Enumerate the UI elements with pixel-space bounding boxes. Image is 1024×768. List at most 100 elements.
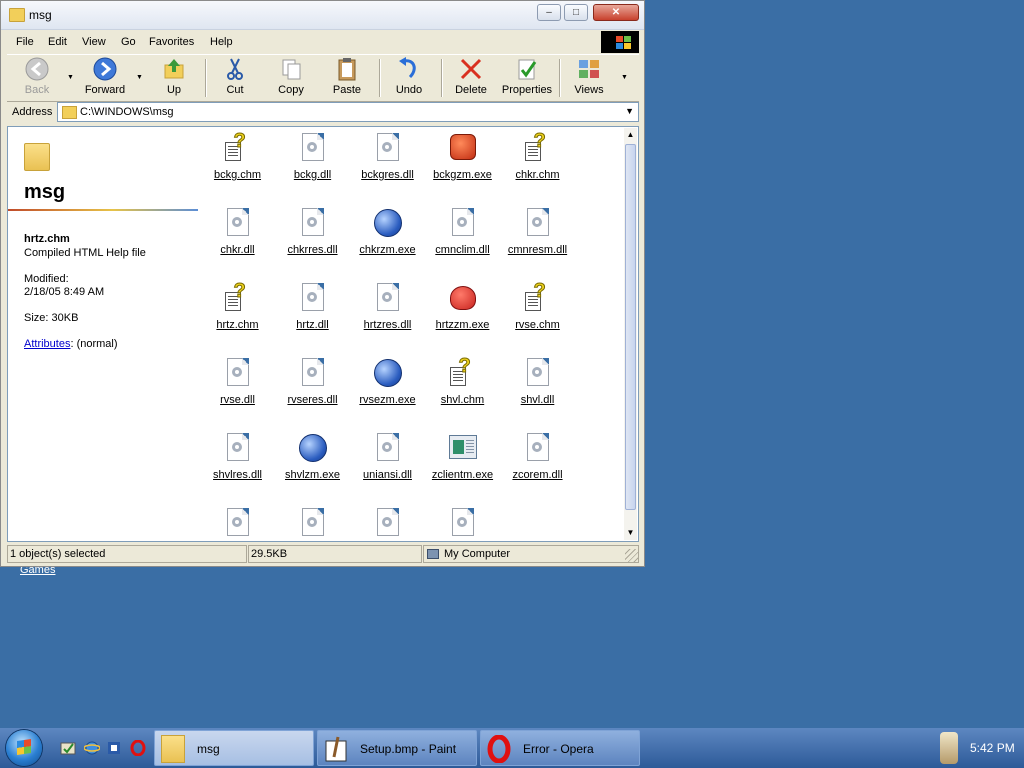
windows-logo-icon xyxy=(601,31,639,53)
scroll-down-icon[interactable]: ▼ xyxy=(624,526,637,540)
address-dropdown-icon[interactable]: ▼ xyxy=(625,106,634,116)
properties-icon xyxy=(518,59,537,80)
file-item[interactable] xyxy=(350,504,425,541)
attributes-row: Attributes: (normal) xyxy=(24,338,118,350)
opera-icon[interactable] xyxy=(130,740,146,756)
details-pane: msg hrtz.chm Compiled HTML Help file Mod… xyxy=(8,127,200,541)
file-item[interactable]: chkrres.dll xyxy=(275,204,350,264)
title-bar[interactable]: msg – □ ✕ xyxy=(1,1,644,30)
file-item[interactable]: shvlzm.exe xyxy=(275,429,350,489)
file-item[interactable]: shvlres.dll xyxy=(200,429,275,489)
delete-button[interactable]: Delete xyxy=(443,57,499,99)
modified-value: 2/18/05 8:49 AM xyxy=(24,286,105,298)
file-item[interactable]: zclientm.exe xyxy=(425,429,500,489)
file-item[interactable]: bckg.dll xyxy=(275,129,350,189)
views-button[interactable]: Views xyxy=(561,57,617,99)
scroll-thumb[interactable] xyxy=(625,144,636,510)
selected-file-type: Compiled HTML Help file xyxy=(24,247,146,259)
file-item[interactable]: uniansi.dll xyxy=(350,429,425,489)
file-item[interactable]: cmnresm.dll xyxy=(500,204,575,264)
file-item[interactable]: bckgres.dll xyxy=(350,129,425,189)
resize-grip[interactable] xyxy=(625,549,639,563)
file-item[interactable]: chkr.dll xyxy=(200,204,275,264)
file-item[interactable] xyxy=(425,504,500,541)
paste-button[interactable]: Paste xyxy=(319,57,375,99)
tray-app-icon[interactable] xyxy=(940,732,958,764)
file-name: rvsezm.exe xyxy=(359,394,416,406)
scroll-up-icon[interactable]: ▲ xyxy=(624,128,637,142)
file-name: bckgzm.exe xyxy=(433,169,492,181)
attributes-link[interactable]: Attributes xyxy=(24,338,70,350)
dll-file-icon xyxy=(522,357,554,389)
views-dropdown-icon[interactable]: ▼ xyxy=(621,74,628,81)
menu-file[interactable]: File xyxy=(16,36,34,48)
start-button[interactable] xyxy=(6,730,42,766)
explorer-window: msg – □ ✕ File Edit View Go Favorites He… xyxy=(0,0,645,567)
up-button[interactable]: Up xyxy=(146,57,202,99)
menu-help[interactable]: Help xyxy=(210,36,233,48)
title-rule xyxy=(8,209,198,211)
forward-button[interactable]: Forward xyxy=(77,57,133,99)
globe-game-icon xyxy=(297,432,329,464)
hearts-game-icon xyxy=(447,282,479,314)
file-item[interactable]: zcorem.dll xyxy=(500,429,575,489)
file-item[interactable]: rvsezm.exe xyxy=(350,354,425,414)
file-name: chkr.chm xyxy=(515,169,560,181)
show-desktop-icon[interactable] xyxy=(60,740,76,756)
dll-file-icon xyxy=(447,207,479,239)
file-item[interactable]: rvse.dll xyxy=(200,354,275,414)
menu-favorites[interactable]: Favorites xyxy=(149,36,194,48)
outlook-express-icon[interactable] xyxy=(106,740,122,756)
application-window-icon xyxy=(447,432,479,464)
undo-button[interactable]: Undo xyxy=(381,57,437,99)
file-name: hrtzzm.exe xyxy=(435,319,490,331)
file-item[interactable]: ? shvl.chm xyxy=(425,354,500,414)
file-item[interactable]: shvl.dll xyxy=(500,354,575,414)
file-item[interactable]: bckgzm.exe xyxy=(425,129,500,189)
file-item[interactable]: chkrzm.exe xyxy=(350,204,425,264)
status-size: 29.5KB xyxy=(248,545,422,563)
folder-icon xyxy=(62,106,77,119)
dll-file-icon xyxy=(372,507,404,539)
status-zone-label: My Computer xyxy=(444,548,511,560)
task-msg[interactable]: msg xyxy=(154,730,314,766)
file-name: zcorem.dll xyxy=(512,469,563,481)
internet-explorer-icon[interactable] xyxy=(84,740,100,756)
properties-button[interactable]: Properties xyxy=(499,57,555,99)
copy-button[interactable]: Copy xyxy=(263,57,319,99)
modified-label: Modified: xyxy=(24,273,69,285)
taskbar: msg Setup.bmp - Paint Error - Opera 5:42… xyxy=(0,728,1024,768)
maximize-button[interactable]: □ xyxy=(564,4,588,21)
file-item[interactable]: hrtzres.dll xyxy=(350,279,425,339)
forward-dropdown-icon[interactable]: ▼ xyxy=(136,74,143,81)
file-item[interactable] xyxy=(275,504,350,541)
file-item[interactable]: hrtz.dll xyxy=(275,279,350,339)
minimize-button[interactable]: – xyxy=(537,4,561,21)
dll-file-icon xyxy=(522,432,554,464)
file-item[interactable]: ? rvse.chm xyxy=(500,279,575,339)
menu-go[interactable]: Go xyxy=(121,36,136,48)
globe-game-icon xyxy=(372,207,404,239)
file-item[interactable]: rvseres.dll xyxy=(275,354,350,414)
close-button[interactable]: ✕ xyxy=(593,4,639,21)
file-item[interactable]: cmnclim.dll xyxy=(425,204,500,264)
file-item[interactable]: ? chkr.chm xyxy=(500,129,575,189)
task-opera[interactable]: Error - Opera xyxy=(480,730,640,766)
file-name: shvlzm.exe xyxy=(284,469,341,481)
dll-file-icon xyxy=(372,282,404,314)
cut-button[interactable]: Cut xyxy=(207,57,263,99)
menu-view[interactable]: View xyxy=(82,36,106,48)
copy-icon xyxy=(282,59,301,80)
dll-file-icon xyxy=(222,507,254,539)
file-item[interactable] xyxy=(200,504,275,541)
clock[interactable]: 5:42 PM xyxy=(970,741,1015,755)
back-button[interactable]: Back xyxy=(9,57,65,99)
address-input[interactable]: C:\WINDOWS\msg ▼ xyxy=(57,102,639,122)
back-dropdown-icon[interactable]: ▼ xyxy=(67,74,74,81)
menu-edit[interactable]: Edit xyxy=(48,36,67,48)
vertical-scrollbar[interactable]: ▲ ▼ xyxy=(624,128,637,540)
file-item[interactable]: ? hrtz.chm xyxy=(200,279,275,339)
file-item[interactable]: ? bckg.chm xyxy=(200,129,275,189)
file-item[interactable]: hrtzzm.exe xyxy=(425,279,500,339)
task-paint[interactable]: Setup.bmp - Paint xyxy=(317,730,477,766)
